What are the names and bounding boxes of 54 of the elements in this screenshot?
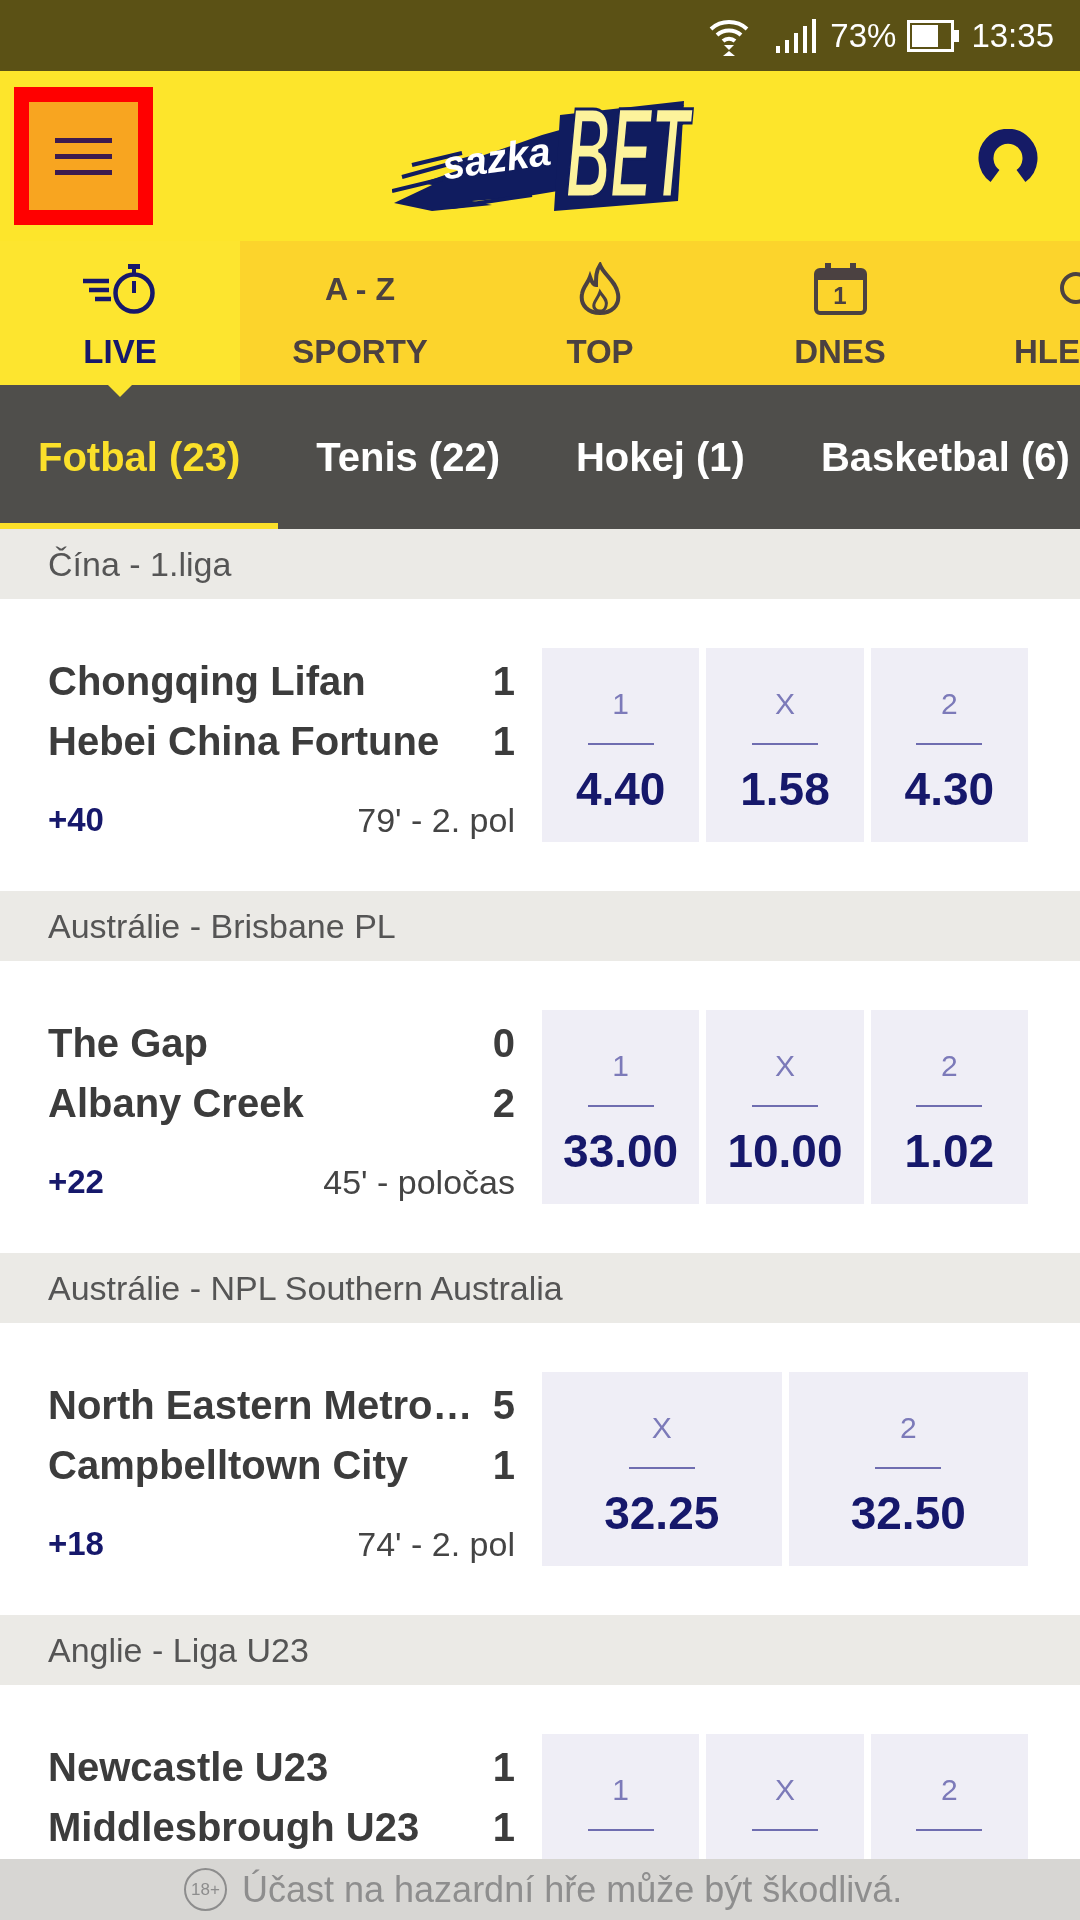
battery-percent: 73% [830, 15, 897, 56]
team-score: 1 [492, 718, 515, 764]
category-tab[interactable]: 1 DNES [720, 241, 960, 385]
age-badge: 18+ [184, 1868, 227, 1911]
odds-button[interactable]: 2 32.50 [788, 1372, 1028, 1566]
disclaimer-text: Účast na hazardní hře může být škodlivá. [242, 1868, 903, 1911]
team-name: Hebei China Fortune [48, 718, 440, 764]
team-name: Middlesbrough U23 [48, 1804, 420, 1850]
battery-icon [907, 19, 960, 52]
odds-button[interactable]: 2 1.02 [870, 1010, 1028, 1204]
team-score: 1 [492, 1804, 515, 1850]
category-tab[interactable]: TOP [480, 241, 720, 385]
match-time: 79' - 2. pol [357, 800, 515, 840]
match-time: 45' - poločas [323, 1162, 515, 1202]
team-score: 2 [492, 1080, 515, 1126]
menu-icon [55, 137, 112, 175]
odds-button[interactable]: 2 4.30 [870, 648, 1028, 842]
sport-tab[interactable]: Basketbal (6) [782, 385, 1074, 529]
odds-button[interactable]: X 32.25 [542, 1372, 782, 1566]
more-markets-link[interactable]: +18 [48, 1525, 104, 1563]
team-name: Newcastle U23 [48, 1744, 329, 1790]
selection-pointer-icon [108, 385, 132, 397]
team-name: The Gap [48, 1020, 209, 1066]
team-score: 1 [492, 1744, 515, 1790]
match-time: 74' - 2. pol [357, 1524, 515, 1564]
team-name: North Eastern Metro… [48, 1382, 473, 1428]
menu-button[interactable] [29, 102, 138, 210]
team-name: Albany Creek [48, 1080, 304, 1126]
league-header: Austrálie - Brisbane PL [0, 891, 1080, 961]
signal-icon [776, 18, 817, 53]
category-tab[interactable]: A - Z SPORTY [240, 241, 480, 385]
sport-tab[interactable]: Hokej (1) [538, 385, 783, 529]
more-markets-link[interactable]: +40 [48, 801, 104, 839]
league-header: Austrálie - NPL Southern Australia [0, 1253, 1080, 1323]
team-score: 5 [492, 1382, 515, 1428]
league-header: Čína - 1.liga [0, 529, 1080, 599]
search-icon [1057, 272, 1080, 306]
odds-button[interactable]: X 10.00 [706, 1010, 864, 1204]
category-tab[interactable]: HLE [960, 241, 1080, 385]
team-score: 1 [492, 1442, 515, 1488]
clock: 13:35 [971, 15, 1054, 56]
odds-button[interactable]: 1 4.40 [542, 648, 700, 842]
horseshoe-icon[interactable] [977, 129, 1039, 183]
stopwatch-icon [83, 264, 157, 314]
league-header: Anglie - Liga U23 [0, 1615, 1080, 1685]
team-score: 0 [492, 1020, 515, 1066]
logo-small-word: sazka [439, 127, 554, 189]
odds-button[interactable]: X 1.58 [706, 648, 864, 842]
team-score: 1 [492, 658, 515, 704]
team-name: Campbelltown City [48, 1442, 409, 1488]
odds-button[interactable]: 1 33.00 [542, 1010, 700, 1204]
more-markets-link[interactable]: +22 [48, 1163, 104, 1201]
team-name: Chongqing Lifan [48, 658, 366, 704]
sport-tab[interactable]: Tenis (22) [278, 385, 538, 529]
